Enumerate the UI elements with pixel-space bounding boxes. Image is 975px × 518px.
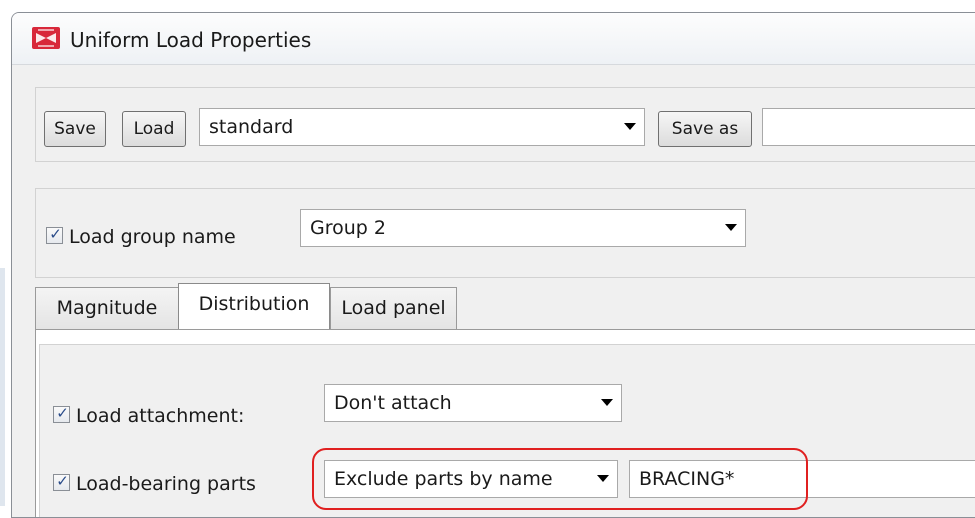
preset-toolbar: Save Load standard Save as [35,87,975,162]
checkmark-icon: ✓ [56,404,69,422]
save-as-name-input[interactable] [762,108,975,146]
load-group-label: Load group name [69,226,236,248]
chevron-down-icon [725,224,737,231]
save-as-button[interactable]: Save as [658,111,752,147]
load-attachment-label: Load attachment: [76,405,245,427]
highlight-annotation [312,448,808,510]
load-group-value: Group 2 [310,217,386,239]
chevron-down-icon [601,399,613,406]
preset-dropdown[interactable]: standard [199,108,645,146]
preset-value: standard [209,116,294,138]
save-button[interactable]: Save [44,111,106,147]
tab-distribution[interactable]: Distribution [178,283,330,330]
load-attachment-dropdown[interactable]: Don't attach [324,384,622,422]
distribution-tab-panel: ✓ Load attachment: Don't attach ✓ Load-b… [35,329,975,517]
checkmark-icon: ✓ [49,225,62,243]
load-bearing-parts-checkbox[interactable]: ✓ [53,472,70,491]
tab-magnitude[interactable]: Magnitude [35,287,179,329]
title-bar[interactable]: Uniform Load Properties [12,13,975,65]
background-accent [0,268,5,506]
load-attachment-value: Don't attach [334,392,452,414]
load-group-dropdown[interactable]: Group 2 [300,209,746,247]
load-group-checkbox[interactable]: ✓ [46,225,63,244]
distribution-section: ✓ Load attachment: Don't attach ✓ Load-b… [39,344,975,517]
load-bearing-parts-label: Load-bearing parts [76,473,256,495]
load-attachment-checkbox[interactable]: ✓ [53,404,70,423]
tab-load-panel[interactable]: Load panel [330,287,457,329]
chevron-down-icon [624,123,636,130]
checkmark-icon: ✓ [56,472,69,490]
window-title: Uniform Load Properties [70,28,312,52]
tekla-app-icon [32,27,60,49]
uniform-load-properties-dialog: Uniform Load Properties Save Load standa… [11,12,975,518]
load-button[interactable]: Load [122,111,186,147]
background-strip [0,0,11,506]
load-group-section: ✓ Load group name Group 2 [35,188,975,278]
